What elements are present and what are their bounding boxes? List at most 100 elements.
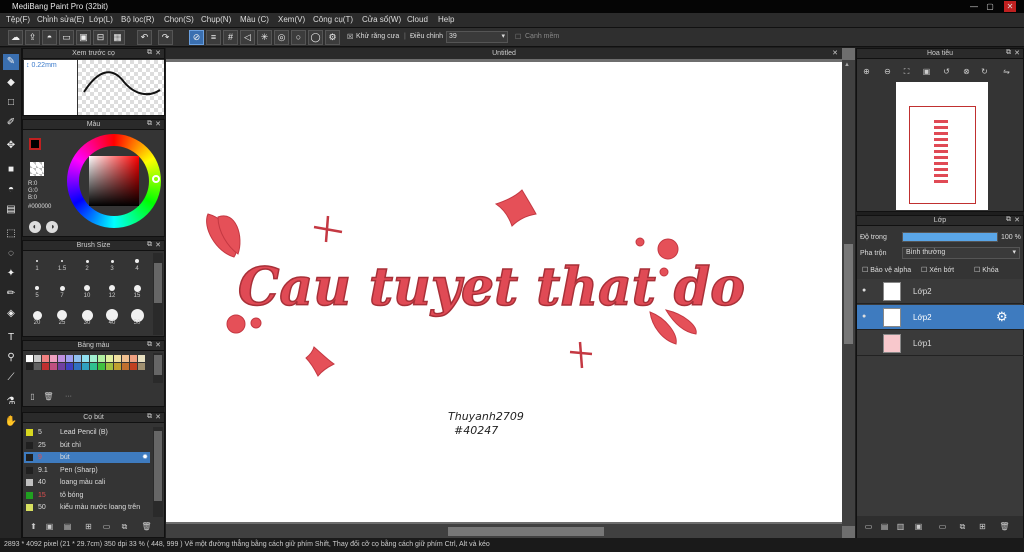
palette-swatch[interactable] — [138, 355, 145, 362]
brush-size-option[interactable]: 7 — [50, 281, 74, 299]
menu-tools[interactable]: Công cụ(T) — [313, 15, 353, 24]
upload-icon[interactable]: ⇪ — [25, 30, 40, 45]
brush-size-option[interactable]: 40 — [100, 308, 124, 326]
palette-swatch[interactable] — [34, 363, 41, 370]
snap-checkbox[interactable]: ☐ — [515, 33, 521, 41]
brush-size-option[interactable]: 30 — [75, 308, 99, 326]
operation-tool-icon[interactable]: ⚲ — [3, 350, 19, 366]
detach-icon[interactable]: ⧉ — [147, 341, 152, 349]
settings-snap-icon[interactable]: ⚙ — [325, 30, 340, 45]
detach-icon[interactable]: ⧉ — [147, 413, 152, 421]
brush-list-item[interactable]: 15 tô bóng — [24, 490, 150, 501]
palette-swatch[interactable] — [130, 363, 137, 370]
eye-icon[interactable]: ● — [862, 287, 866, 294]
menu-help[interactable]: Help — [438, 15, 454, 24]
new-file-icon[interactable]: ▭ — [59, 30, 74, 45]
brush-cloud-icon[interactable]: ▣ — [44, 521, 55, 532]
blend-select[interactable]: Bình thường ▾ — [902, 247, 1020, 259]
menu-cloud[interactable]: Cloud — [407, 15, 428, 24]
palette-swatch[interactable] — [58, 363, 65, 370]
palette-swatch[interactable] — [34, 355, 41, 362]
brush-size-option[interactable]: 1 — [25, 254, 49, 272]
grid-snap-icon[interactable]: # — [223, 30, 238, 45]
palette-swatch[interactable] — [90, 355, 97, 362]
brush-size-option[interactable]: 5 — [25, 281, 49, 299]
palette-swatch[interactable] — [26, 363, 33, 370]
shape-tool-icon[interactable]: ■ — [3, 162, 19, 178]
grid-icon[interactable]: ▦ — [110, 30, 125, 45]
undo-icon[interactable]: ↶ — [137, 30, 152, 45]
brush-list-scrollbar[interactable] — [153, 427, 163, 517]
antialias-checkbox[interactable]: ☒ — [347, 33, 353, 41]
palette-swatch[interactable] — [42, 355, 49, 362]
hand-tool-icon[interactable]: ✋ — [3, 414, 19, 430]
menu-file[interactable]: Tệp(F) — [6, 15, 30, 24]
redo-icon[interactable]: ↷ — [158, 30, 173, 45]
palette-swatch[interactable] — [66, 363, 73, 370]
palette-swatch[interactable] — [138, 363, 145, 370]
rotate-left-icon[interactable]: ↺ — [941, 66, 952, 77]
cloud-icon[interactable]: ☁ — [8, 30, 23, 45]
vertical-scrollbar[interactable]: ▲ — [842, 60, 855, 526]
brush-size-scrollbar[interactable] — [153, 253, 163, 335]
palette-swatch[interactable] — [42, 363, 49, 370]
palette-swatch[interactable] — [74, 363, 81, 370]
save-icon[interactable]: ▣ — [76, 30, 91, 45]
dot-tool-icon[interactable]: □ — [3, 95, 19, 111]
palette-swatch[interactable] — [114, 355, 121, 362]
horizontal-scrollbar[interactable] — [166, 524, 842, 538]
zoom-in-icon[interactable]: ⊕ — [861, 66, 872, 77]
menu-color[interactable]: Màu (C) — [240, 15, 269, 24]
brush-size-option[interactable]: 2 — [75, 254, 99, 272]
detach-icon[interactable]: ⧉ — [147, 49, 152, 57]
brush-size-option[interactable]: 12 — [100, 281, 124, 299]
concentric-snap-icon[interactable]: ◎ — [274, 30, 289, 45]
close-icon[interactable]: ✕ — [155, 341, 161, 349]
vertical-scroll-thumb[interactable] — [844, 244, 853, 344]
move-tool-icon[interactable]: ✥ — [3, 138, 19, 154]
layer-row-selected[interactable]: ● Lớp2 ⚙ — [857, 305, 1024, 330]
menu-view[interactable]: Xem(V) — [278, 15, 305, 24]
opacity-slider[interactable] — [902, 232, 998, 242]
merge-layer-icon[interactable]: ⊞ — [977, 521, 988, 532]
palette-swatch[interactable] — [106, 363, 113, 370]
palette-swatch[interactable] — [122, 355, 129, 362]
foreground-color-swatch[interactable] — [29, 138, 41, 150]
palette-swatch[interactable] — [114, 363, 121, 370]
palette-swatch[interactable] — [82, 363, 89, 370]
brush-size-option[interactable]: 3 — [100, 254, 124, 272]
palette-scrollbar[interactable] — [153, 353, 163, 383]
new-color-layer-icon[interactable]: ▤ — [879, 521, 890, 532]
layer-row[interactable]: Lớp1 — [857, 331, 1024, 356]
color-settings-icon[interactable]: ◑ — [46, 221, 58, 233]
layer-row[interactable]: ● Lớp2 — [857, 279, 1024, 304]
flip-icon[interactable]: ⇋ — [1001, 66, 1012, 77]
brush-list-item[interactable]: 9.1 Pen (Sharp) — [24, 465, 150, 476]
correction-select[interactable]: 39 ▾ — [446, 31, 508, 43]
transparent-color-swatch[interactable] — [30, 162, 44, 176]
brush-size-option[interactable]: 1.5 — [50, 254, 74, 272]
snap-off-icon[interactable]: ⊘ — [189, 30, 204, 45]
layer-menu-icon[interactable]: ▣ — [913, 521, 924, 532]
detach-icon[interactable]: ⧉ — [147, 120, 152, 128]
close-icon[interactable]: ✕ — [1004, 1, 1016, 12]
eyedropper-tool-icon[interactable]: ⚗ — [3, 394, 19, 410]
palette-swatch[interactable] — [98, 355, 105, 362]
close-icon[interactable]: ✕ — [1014, 216, 1020, 224]
lock-checkbox[interactable]: ☐ Khóa — [974, 266, 999, 274]
rotate-reset-icon[interactable]: ⊗ — [961, 66, 972, 77]
minimize-icon[interactable]: — — [968, 1, 980, 12]
actual-size-icon[interactable]: ▣ — [921, 66, 932, 77]
add-brush-icon[interactable]: ⬆ — [28, 521, 39, 532]
document-canvas[interactable]: Cau tuyet that do Thuyanh2709 #40247 — [166, 62, 842, 522]
lasso-tool-icon[interactable]: ◌ — [3, 246, 19, 262]
brush-list-item[interactable]: 50 kiểu màu nước loang trên — [24, 502, 150, 513]
close-icon[interactable]: ✕ — [155, 241, 161, 249]
detach-icon[interactable]: ⧉ — [1006, 49, 1011, 57]
comment-icon[interactable]: ◓ — [42, 30, 57, 45]
rotate-right-icon[interactable]: ↻ — [979, 66, 990, 77]
palette-swatch[interactable] — [122, 363, 129, 370]
brush-tool-icon[interactable]: ✎ — [3, 54, 19, 70]
color-mode-icon[interactable]: ◐ — [29, 221, 41, 233]
gradient-tool-icon[interactable]: ▤ — [3, 202, 19, 218]
